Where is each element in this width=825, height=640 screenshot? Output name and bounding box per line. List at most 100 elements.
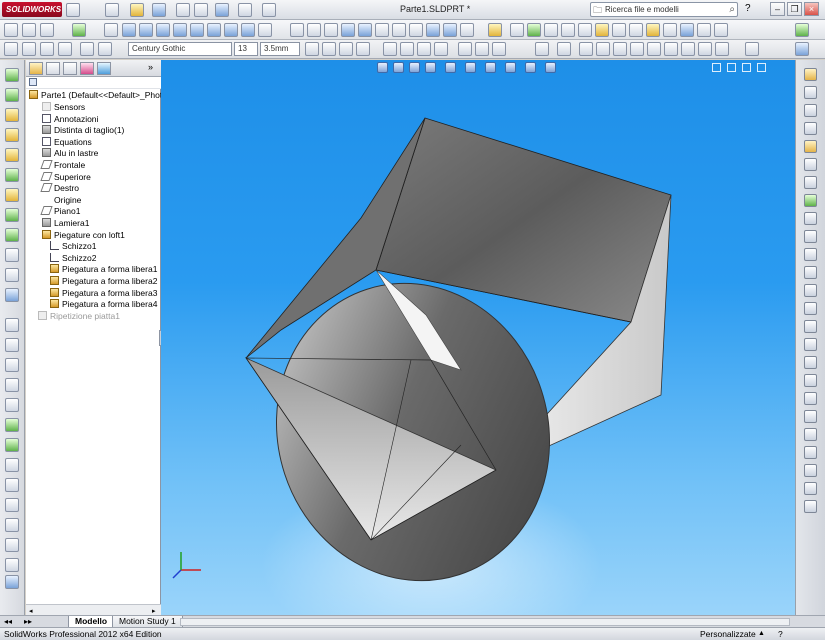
select-icon[interactable] (40, 23, 54, 37)
plane-sketch-icon[interactable] (804, 302, 817, 315)
balloon-icon[interactable] (579, 42, 593, 56)
hidden-lines-visible-icon[interactable] (307, 23, 321, 37)
instant3d-icon[interactable] (5, 288, 19, 302)
list-icon[interactable] (458, 42, 472, 56)
tree-item[interactable]: Piano1 (40, 206, 80, 217)
menu-arrow-icon[interactable] (66, 3, 80, 17)
tree-item[interactable]: Piegatura a forma libera4 (50, 299, 157, 310)
back-view-icon[interactable] (139, 23, 153, 37)
hole-callout-icon[interactable] (664, 42, 678, 56)
centerline-icon[interactable] (698, 42, 712, 56)
front-view-icon[interactable] (122, 23, 136, 37)
linear-pattern-icon[interactable] (5, 228, 19, 242)
sketch-icon[interactable] (22, 23, 36, 37)
display-relations-icon[interactable] (804, 464, 817, 477)
combine-icon[interactable] (5, 538, 19, 552)
view-settings-icon[interactable] (544, 23, 558, 37)
tree-item[interactable]: Alu in lastre (42, 148, 98, 159)
tab-scroll-left-icon[interactable]: ◂◂ (4, 617, 12, 626)
tab-feature-manager[interactable] (29, 62, 43, 75)
tree-item[interactable]: Frontale (40, 160, 85, 171)
freeform-icon[interactable] (5, 498, 19, 512)
rectangle-icon[interactable] (804, 122, 817, 135)
close-button[interactable]: × (804, 2, 819, 16)
spline-icon[interactable] (804, 248, 817, 261)
convert-entities-icon[interactable] (804, 374, 817, 387)
resources-icon[interactable] (804, 68, 817, 81)
slot-icon[interactable] (804, 158, 817, 171)
hidden-lines-removed-icon[interactable] (324, 23, 338, 37)
indent-feature-icon[interactable] (5, 478, 19, 492)
part-model[interactable] (161, 60, 795, 615)
line-thickness-icon[interactable] (98, 42, 112, 56)
search-icon[interactable]: ⌕ (729, 3, 735, 16)
weld-symbol-icon[interactable] (647, 42, 661, 56)
center-mark-icon[interactable] (681, 42, 695, 56)
overflow-chevron-icon[interactable] (745, 42, 759, 56)
surface-finish-icon[interactable] (596, 42, 610, 56)
tab-display-manager[interactable] (97, 62, 111, 75)
rib-icon[interactable] (5, 318, 19, 332)
file-explorer-icon[interactable] (804, 140, 817, 153)
point-icon[interactable] (804, 338, 817, 351)
help-button[interactable]: ? (745, 3, 751, 14)
quick-snaps-icon[interactable] (804, 500, 817, 513)
status-help-icon[interactable]: ? (778, 628, 783, 640)
shaded-icon[interactable] (358, 23, 372, 37)
apply-scene-icon[interactable] (527, 23, 541, 37)
render-tools-icon[interactable] (612, 23, 626, 37)
polygon-icon[interactable] (804, 230, 817, 243)
align-icon[interactable] (40, 42, 54, 56)
tree-item[interactable]: Piegatura a forma libera2 (50, 276, 157, 287)
appearances-icon[interactable] (804, 194, 817, 207)
toolbar-options-icon[interactable] (795, 23, 809, 37)
revolve-boss-icon[interactable] (5, 88, 19, 102)
tab-dimxpert-manager[interactable] (80, 62, 94, 75)
tab-scroll-right-icon[interactable]: ▸▸ (24, 617, 32, 626)
filter-icon[interactable] (29, 78, 37, 86)
tree-item[interactable]: Origine (42, 195, 81, 206)
solidworks-logo[interactable]: SOLIDWORKS (2, 2, 62, 17)
geometric-tolerance-icon[interactable] (630, 42, 644, 56)
view-selector-icon[interactable] (258, 23, 272, 37)
isometric-view-icon[interactable] (224, 23, 238, 37)
align-right-icon[interactable] (417, 42, 431, 56)
sketch-line-icon[interactable] (804, 104, 817, 117)
text-sketch-icon[interactable] (804, 320, 817, 333)
datum-feature-icon[interactable] (613, 42, 627, 56)
text-icon[interactable] (22, 42, 36, 56)
bottom-view-icon[interactable] (207, 23, 221, 37)
sensor-icon[interactable] (714, 23, 728, 37)
mirror-entities-icon[interactable] (804, 410, 817, 423)
deform-icon[interactable] (5, 458, 19, 472)
draft-quality-icon[interactable] (392, 23, 406, 37)
zebra-stripes-icon[interactable] (578, 23, 592, 37)
curvature-icon[interactable] (561, 23, 575, 37)
curves-icon[interactable] (5, 268, 19, 282)
offset-entities-icon[interactable] (804, 392, 817, 405)
move-entities-icon[interactable] (804, 446, 817, 459)
tree-item[interactable]: Piegatura a forma libera3 (50, 287, 157, 299)
open-file-icon[interactable] (130, 3, 144, 17)
linear-sketch-pattern-icon[interactable] (804, 428, 817, 441)
font-family-select[interactable]: Century Gothic (128, 42, 232, 56)
smart-dimension-icon[interactable] (535, 42, 549, 56)
edit-appearance-icon[interactable] (510, 23, 524, 37)
loft-icon[interactable] (5, 128, 19, 142)
toolbar-options-icon[interactable] (795, 42, 809, 56)
restore-button[interactable]: ❐ (787, 2, 802, 16)
expand-toolbar-icon[interactable] (4, 42, 18, 56)
graphics-area[interactable] (161, 60, 795, 615)
shaded-with-edges-icon[interactable] (341, 23, 355, 37)
save-icon[interactable] (152, 3, 166, 17)
units-dropdown-icon[interactable]: ▲ (758, 628, 765, 640)
chevron-right-icon[interactable]: » (148, 62, 153, 72)
flex-icon[interactable] (5, 438, 19, 452)
appearance-icon[interactable] (72, 23, 86, 37)
font-size-select[interactable]: 13 (234, 42, 258, 56)
intersect-icon[interactable] (5, 558, 19, 572)
top-view-icon[interactable] (190, 23, 204, 37)
expand-toolbar-icon[interactable] (4, 23, 18, 37)
scroll-right-icon[interactable]: ▸ (152, 607, 156, 615)
section-view-icon[interactable] (375, 23, 389, 37)
